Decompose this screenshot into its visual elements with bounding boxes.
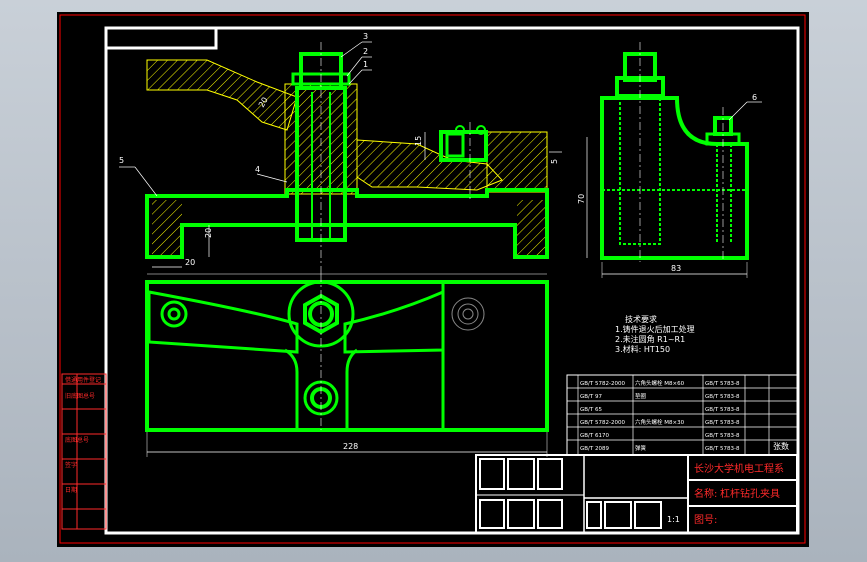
tech-title: 技术要求	[625, 314, 657, 324]
side-body-outline	[600, 96, 749, 260]
callout-4: 4	[255, 165, 260, 174]
tech-line-3: 3.材料: HT150	[615, 344, 670, 354]
drawing-canvas: 借通用件登记 旧底图总号 底图总号 签字 日期 3 2 1 5 4 20 20 …	[59, 14, 806, 544]
plan-view: 228	[145, 274, 549, 457]
strip-label: 日期	[65, 486, 77, 494]
part-name: 弹簧	[635, 444, 647, 452]
part-code: GB/T 97	[580, 394, 602, 400]
tech-line-1: 1.铸件退火后加工处理	[615, 324, 695, 334]
name-label: 名称:	[694, 487, 717, 500]
part-standard: GB/T 5783-8	[705, 433, 740, 439]
strip-label: 签字	[65, 461, 77, 469]
dim-20-bottom: 20	[185, 258, 195, 267]
part-standard: GB/T 5783-8	[705, 446, 740, 452]
part-standard: GB/T 5783-8	[705, 394, 740, 400]
part-standard: GB/T 5783-8	[705, 420, 740, 426]
callout-1: 1	[363, 60, 368, 69]
technical-notes: 技术要求 1.铸件退火后加工处理 2.未注圆角 R1~R1 3.材料: HT15…	[615, 314, 695, 354]
parts-list: GB/T 5782-2000 六角头螺栓 M8×60 GB/T 5783-8 GB/T…	[566, 374, 798, 456]
strip-label: 借通用件登记	[65, 376, 101, 384]
dim-5: 5	[550, 159, 559, 164]
cad-viewport[interactable]: 借通用件登记 旧底图总号 底图总号 签字 日期 3 2 1 5 4 20 20 …	[57, 12, 809, 547]
part-code: GB/T 2089	[580, 446, 609, 452]
lever-arm-section	[356, 139, 503, 191]
dim-70: 70	[577, 194, 586, 204]
part-name: 六角头螺栓 M8×60	[635, 379, 685, 387]
scale-value: 1:1	[667, 515, 680, 524]
dim-83: 83	[671, 264, 681, 273]
dim-15: 15	[414, 136, 423, 146]
part-code: GB/T 5782-2000	[580, 381, 625, 387]
callout-6: 6	[752, 93, 757, 102]
strip-label: 旧底图总号	[65, 392, 95, 400]
left-strip: 借通用件登记 旧底图总号 底图总号 签字 日期	[61, 373, 107, 530]
strip-label: 底图总号	[65, 436, 89, 444]
title-block: 1:1 长沙大学机电工程系 名称: 杠杆钻孔夹具 图号: 张数	[475, 441, 798, 534]
side-view: 6 70 83	[577, 42, 762, 278]
part-code: GB/T 65	[580, 407, 602, 413]
dim-20-side: 20	[204, 228, 213, 238]
part-standard: GB/T 5783-8	[705, 381, 740, 387]
frame-tab	[104, 26, 218, 50]
drawing-no-label: 图号:	[694, 514, 717, 526]
part-code: GB/T 6170	[580, 433, 609, 439]
part-name: 垫圈	[635, 392, 647, 400]
callout-3: 3	[363, 32, 368, 41]
count-label: 张数	[773, 441, 789, 451]
callout-2: 2	[363, 47, 368, 56]
part-name: 六角头螺栓 M8×30	[635, 418, 685, 426]
front-view: 3 2 1 5 4 20 20 15 5 20	[119, 32, 562, 275]
tech-line-2: 2.未注圆角 R1~R1	[615, 334, 685, 344]
part-standard: GB/T 5783-8	[705, 407, 740, 413]
callout-5: 5	[119, 156, 124, 165]
lever-workpiece	[146, 59, 298, 131]
name-value: 杠杆钻孔夹具	[720, 487, 780, 500]
part-code: GB/T 5782-2000	[580, 420, 625, 426]
school-name: 长沙大学机电工程系	[694, 462, 784, 475]
dim-228: 228	[343, 442, 358, 451]
